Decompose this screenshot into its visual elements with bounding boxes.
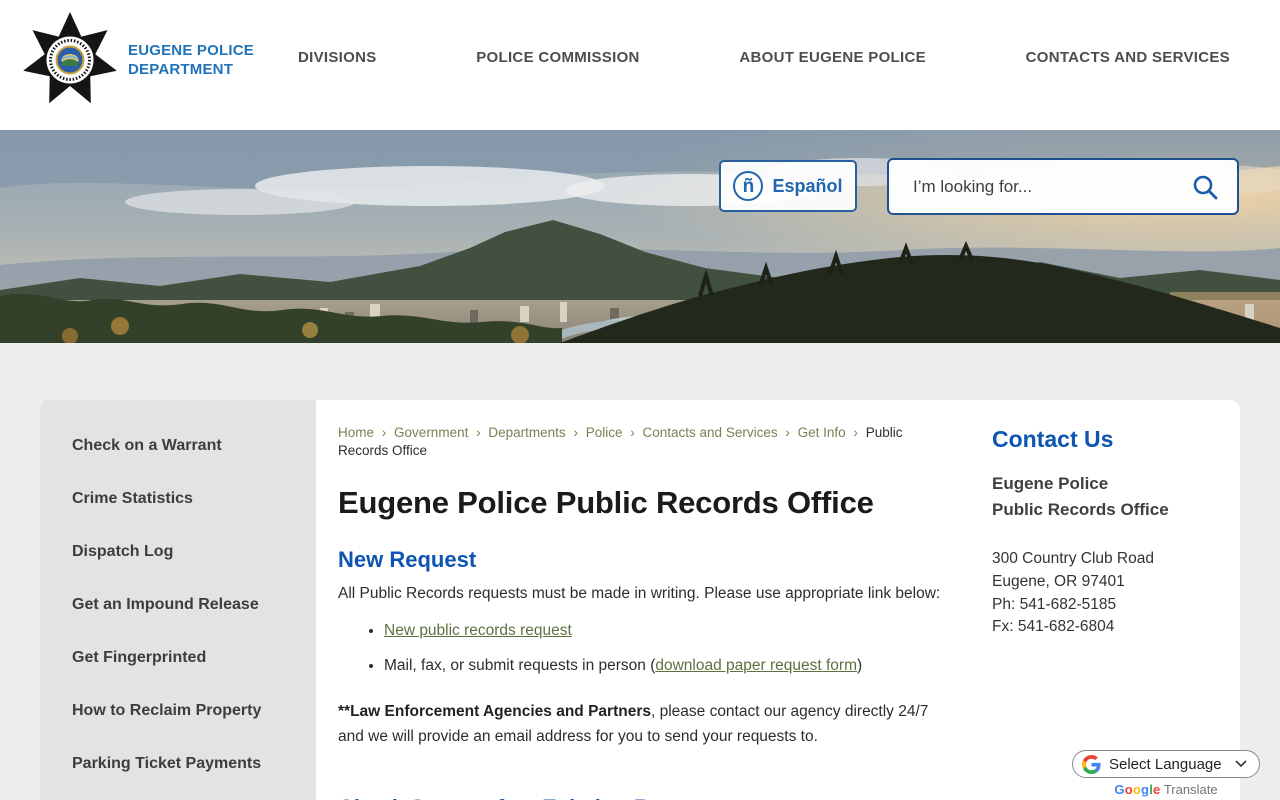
- google-translate-widget: Select Language Google Translate: [1072, 750, 1260, 797]
- logo-title-line2: DEPARTMENT: [128, 61, 234, 78]
- contact-org-line2: Public Records Office: [992, 499, 1169, 519]
- sidebar-item-get-fingerprinted[interactable]: Get Fingerprinted: [40, 634, 316, 682]
- page-background: Check on a Warrant Crime Statistics Disp…: [0, 343, 1280, 800]
- breadcrumb-separator: ›: [381, 425, 387, 440]
- nav-item-about-eugene-police[interactable]: ABOUT EUGENE POLICE: [739, 49, 926, 66]
- mail-fax-text: Mail, fax, or submit requests in person …: [384, 656, 656, 674]
- mail-fax-text-suffix: ): [856, 656, 863, 674]
- breadcrumb-separator: ›: [785, 425, 790, 440]
- contact-fax: Fx: 541-682-6804: [992, 618, 1115, 636]
- logo-title-line1: EUGENE POLICE: [128, 42, 254, 60]
- sidebar-item-check-on-a-warrant[interactable]: Check on a Warrant: [40, 422, 316, 470]
- list-item: New public records request: [384, 620, 946, 642]
- search-icon[interactable]: [1191, 173, 1219, 201]
- nav-item-police-commission[interactable]: POLICE COMMISSION: [476, 49, 639, 66]
- hero-banner: ñ Español: [0, 130, 1280, 343]
- main-nav: DIVISIONS POLICE COMMISSION ABOUT EUGENE…: [298, 0, 1230, 115]
- law-enforcement-note-bold: **Law Enforcement Agencies and Partners: [338, 703, 651, 721]
- new-request-intro: All Public Records requests must be made…: [338, 585, 941, 603]
- new-request-heading: New Request: [338, 547, 477, 573]
- chevron-down-icon: [1235, 760, 1247, 768]
- site-header: EUGENE POLICE DEPARTMENT DIVISIONS POLIC…: [0, 0, 1280, 130]
- breadcrumb: Home › Government › Departments › Police…: [338, 424, 946, 459]
- check-status-heading: Check Status of an Existing Request: [338, 795, 946, 800]
- request-options-list: New public records request Mail, fax, or…: [384, 620, 946, 676]
- espanol-button[interactable]: ñ Español: [719, 160, 857, 212]
- main-content: Home › Government › Departments › Police…: [316, 400, 1240, 800]
- breadcrumb-departments[interactable]: Departments: [488, 425, 565, 440]
- select-language-label: Select Language: [1109, 755, 1222, 773]
- law-enforcement-note: **Law Enforcement Agencies and Partners,…: [338, 700, 946, 748]
- espanol-label: Español: [772, 175, 843, 196]
- breadcrumb-separator: ›: [476, 425, 481, 440]
- article: Home › Government › Departments › Police…: [338, 424, 992, 800]
- police-badge-icon: [23, 12, 117, 104]
- nav-item-divisions[interactable]: DIVISIONS: [298, 49, 377, 66]
- google-g-icon: [1082, 754, 1101, 774]
- breadcrumb-police[interactable]: Police: [586, 425, 623, 440]
- espanol-ntilde-icon: ñ: [733, 171, 764, 201]
- sidebar-item-get-an-impound-release[interactable]: Get an Impound Release: [40, 581, 316, 629]
- select-language-dropdown[interactable]: Select Language: [1072, 750, 1260, 778]
- sidebar-item-dispatch-log[interactable]: Dispatch Log: [40, 528, 316, 576]
- contact-org-line1: Eugene Police: [992, 474, 1109, 493]
- breadcrumb-separator: ›: [630, 425, 635, 440]
- logo-title: EUGENE POLICE DEPARTMENT: [128, 42, 254, 80]
- breadcrumb-contacts-and-services[interactable]: Contacts and Services: [643, 425, 778, 440]
- contact-address-line2: Eugene, OR 97401: [992, 572, 1125, 590]
- breadcrumb-get-info[interactable]: Get Info: [798, 425, 846, 440]
- google-wordmark: Google: [1114, 782, 1161, 797]
- breadcrumb-separator: ›: [573, 425, 578, 440]
- content-card: Check on a Warrant Crime Statistics Disp…: [40, 400, 1240, 800]
- page-title: Eugene Police Public Records Office: [338, 485, 874, 521]
- sidebar-nav: Check on a Warrant Crime Statistics Disp…: [40, 400, 316, 800]
- contact-panel: Contact Us Eugene Police Public Records …: [992, 424, 1240, 800]
- site-search: [887, 158, 1239, 215]
- download-paper-request-form-link[interactable]: download paper request form: [655, 657, 857, 674]
- google-translate-caption: Google Translate: [1072, 782, 1260, 797]
- breadcrumb-home[interactable]: Home: [338, 425, 374, 440]
- nav-item-contacts-and-services[interactable]: CONTACTS AND SERVICES: [1026, 49, 1230, 66]
- sidebar-item-how-to-reclaim-property[interactable]: How to Reclaim Property: [40, 687, 316, 735]
- translate-wordmark: Translate: [1163, 782, 1218, 797]
- contact-org: Eugene Police Public Records Office: [992, 471, 1202, 522]
- site-logo[interactable]: EUGENE POLICE DEPARTMENT: [20, 6, 254, 116]
- contact-phone: Ph: 541-682-5185: [992, 595, 1117, 613]
- sidebar-item-parking-ticket-payments[interactable]: Parking Ticket Payments: [40, 740, 316, 788]
- search-input[interactable]: [913, 176, 1191, 197]
- sidebar-item-crime-statistics[interactable]: Crime Statistics: [40, 475, 316, 523]
- contact-address-line1: 300 Country Club Road: [992, 550, 1154, 567]
- breadcrumb-government[interactable]: Government: [394, 425, 468, 440]
- contact-us-heading: Contact Us: [992, 426, 1114, 452]
- breadcrumb-separator: ›: [853, 425, 858, 440]
- contact-address: 300 Country Club Road Eugene, OR 97401 P…: [992, 548, 1202, 639]
- new-public-records-request-link[interactable]: New public records request: [384, 622, 572, 639]
- list-item: Mail, fax, or submit requests in person …: [384, 655, 946, 677]
